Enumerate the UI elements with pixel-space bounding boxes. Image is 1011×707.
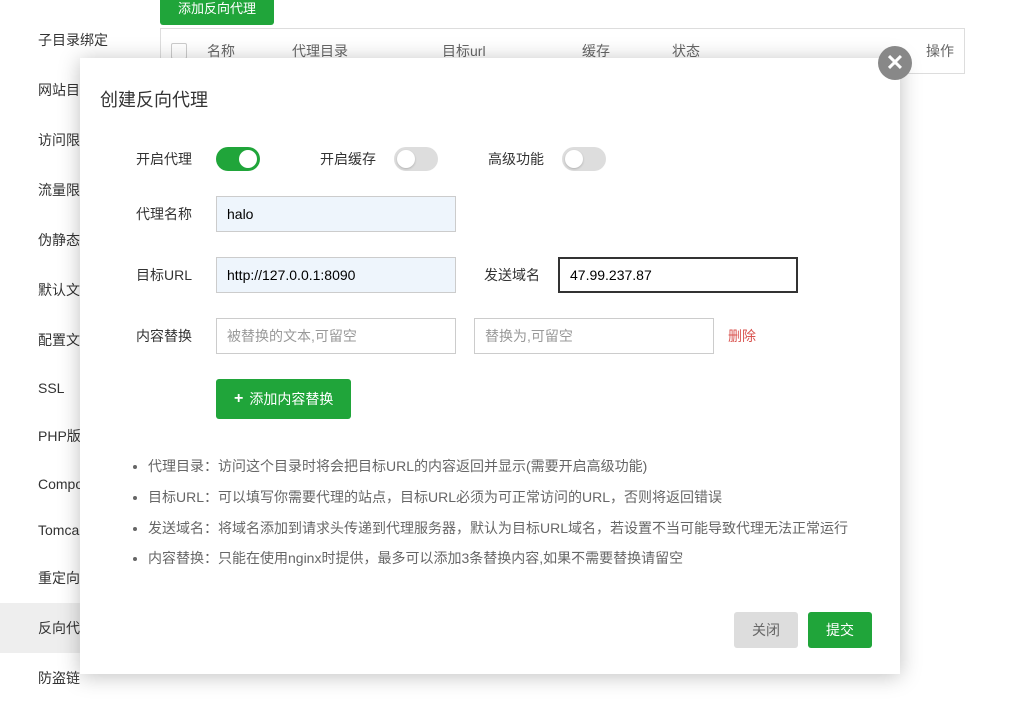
proxy-name-label: 代理名称: [136, 204, 216, 224]
submit-button[interactable]: 提交: [808, 612, 872, 648]
target-url-input[interactable]: [216, 257, 456, 293]
close-icon: ✕: [886, 52, 904, 74]
enable-proxy-label: 开启代理: [136, 149, 216, 169]
enable-cache-label: 开启缓存: [320, 149, 376, 169]
create-proxy-modal: ✕ 创建反向代理 开启代理 开启缓存 高级功能 代理名称 目标URL 发送域名: [80, 58, 900, 674]
proxy-name-input[interactable]: [216, 196, 456, 232]
cancel-button[interactable]: 关闭: [734, 612, 798, 648]
close-button[interactable]: ✕: [878, 46, 912, 80]
add-proxy-button[interactable]: 添加反向代理: [160, 0, 274, 25]
add-replace-label: 添加内容替换: [249, 389, 333, 409]
content-replace-label: 内容替换: [136, 326, 216, 346]
help-item: 目标URL：可以填写你需要代理的站点，目标URL必须为可正常访问的URL，否则将…: [148, 482, 872, 513]
advanced-toggle[interactable]: [562, 147, 606, 171]
help-item: 内容替换：只能在使用nginx时提供，最多可以添加3条替换内容,如果不需要替换请…: [148, 543, 872, 574]
advanced-label: 高级功能: [488, 149, 544, 169]
add-replace-button[interactable]: + 添加内容替换: [216, 379, 351, 419]
target-url-label: 目标URL: [136, 265, 216, 285]
replace-from-input[interactable]: [216, 318, 456, 354]
delete-replace-link[interactable]: 删除: [728, 326, 756, 346]
send-domain-input[interactable]: [558, 257, 798, 293]
help-item: 发送域名：将域名添加到请求头传递到代理服务器，默认为目标URL域名，若设置不当可…: [148, 513, 872, 544]
plus-icon: +: [234, 390, 243, 408]
modal-title: 创建反向代理: [100, 86, 872, 112]
help-item: 代理目录：访问这个目录时将会把目标URL的内容返回并显示(需要开启高级功能): [148, 451, 872, 482]
replace-to-input[interactable]: [474, 318, 714, 354]
select-all-checkbox[interactable]: [171, 43, 187, 59]
help-list: 代理目录：访问这个目录时将会把目标URL的内容返回并显示(需要开启高级功能) 目…: [108, 451, 872, 574]
send-domain-label: 发送域名: [484, 265, 540, 285]
enable-proxy-toggle[interactable]: [216, 147, 260, 171]
enable-cache-toggle[interactable]: [394, 147, 438, 171]
